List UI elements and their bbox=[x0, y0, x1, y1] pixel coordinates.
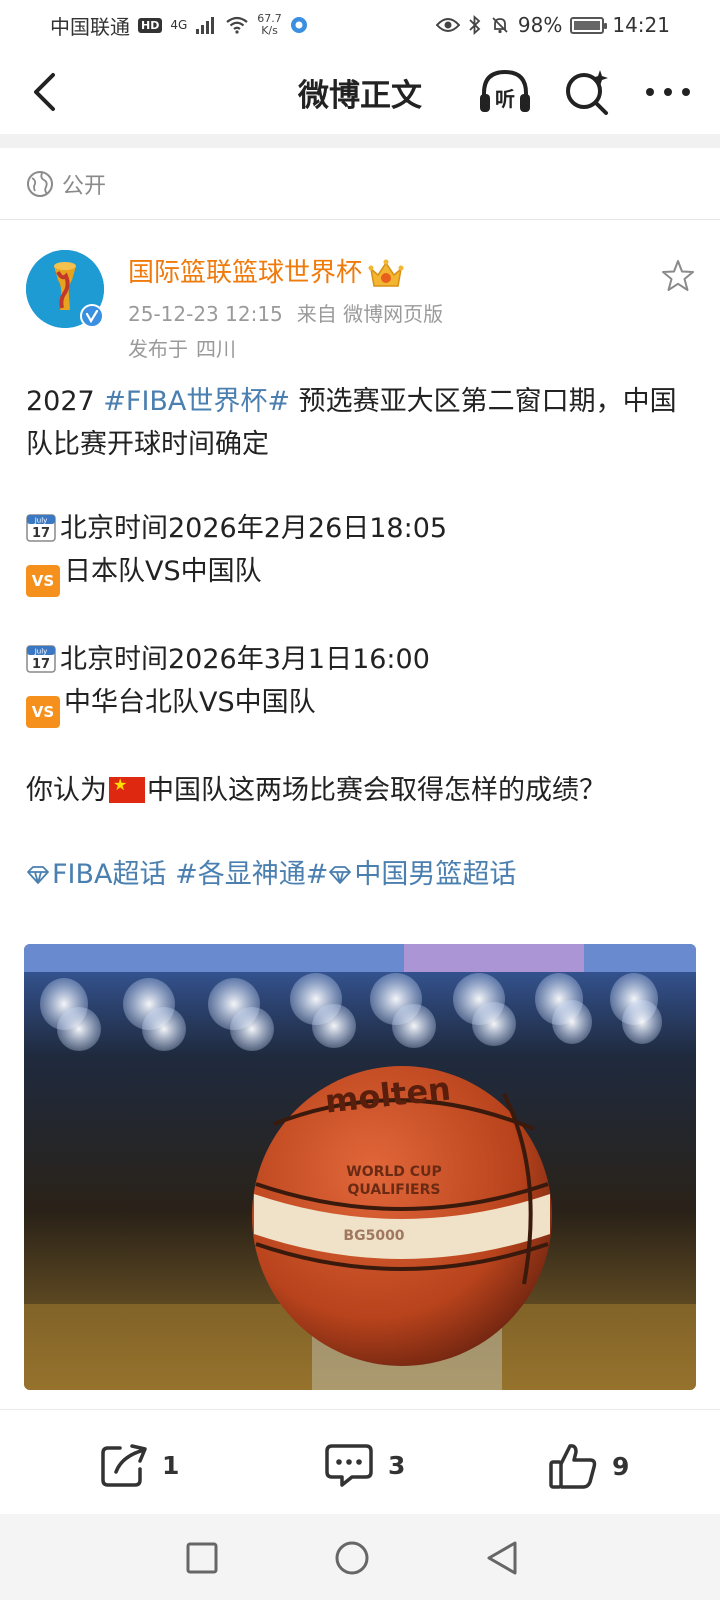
visibility-row: 公开 bbox=[0, 148, 720, 220]
crown-badge-icon bbox=[368, 259, 404, 287]
author-name: 国际篮联篮球世界杯 bbox=[128, 258, 363, 288]
ball-model: BG5000 bbox=[343, 1228, 404, 1244]
like-count: 9 bbox=[612, 1451, 630, 1481]
search-button[interactable] bbox=[562, 66, 612, 118]
calendar-icon: July 17 bbox=[26, 645, 56, 673]
author-name-row[interactable]: 国际篮联篮球世界杯 bbox=[128, 252, 404, 289]
post-date: 25-12-23 12:15 bbox=[128, 302, 283, 326]
favorite-button[interactable] bbox=[660, 258, 696, 294]
diamond-icon bbox=[329, 866, 352, 884]
top-nav: 微博正文 听 bbox=[0, 50, 720, 134]
game2-match-line: VS 中华台北队VS中国队 bbox=[26, 681, 686, 728]
game2-match: 中华台北队VS中国队 bbox=[64, 687, 316, 718]
clock: 14:21 bbox=[612, 13, 670, 37]
thumbs-up-icon bbox=[549, 1444, 597, 1489]
question-text: 中国队这两场比赛会取得怎样的成绩？ bbox=[147, 775, 606, 806]
question-prefix: 你认为 bbox=[26, 775, 107, 806]
visibility-label: 公开 bbox=[62, 174, 107, 199]
speed-unit: K/s bbox=[261, 24, 278, 37]
calendar-day: 17 bbox=[32, 657, 50, 672]
basketball-photo: molten WORLD CUP QUALIFIERS BG5000 bbox=[24, 944, 696, 1390]
page-title: 微博正文 bbox=[298, 77, 422, 114]
recents-button[interactable] bbox=[178, 1534, 226, 1582]
hd-badge: HD bbox=[138, 17, 163, 33]
calendar-day: 17 bbox=[32, 526, 50, 541]
calendar-month: July bbox=[34, 648, 48, 656]
question-line: 你认为 中国队这两场比赛会取得怎样的成绩？ bbox=[26, 769, 686, 812]
calendar-icon: July 17 bbox=[26, 514, 56, 542]
game1-match-line: VS 日本队VS中国队 bbox=[26, 550, 686, 597]
battery-percent: 98% bbox=[517, 13, 563, 37]
post-image[interactable]: molten WORLD CUP QUALIFIERS BG5000 bbox=[24, 944, 696, 1390]
comment-icon bbox=[325, 1444, 373, 1487]
post-source: 来自 微博网页版 bbox=[296, 302, 444, 326]
wifi-icon bbox=[226, 16, 248, 34]
post-headline: 2027 #FIBA世界杯# 预选赛亚大区第二窗口期，中国队比赛开球时间确定 bbox=[26, 380, 686, 466]
headphones-icon: 听 bbox=[480, 69, 530, 112]
diamond-icon bbox=[27, 866, 49, 884]
post-location: 发布于 四川 bbox=[128, 333, 236, 362]
share-icon bbox=[101, 1444, 147, 1487]
divider bbox=[0, 219, 720, 220]
comment-button[interactable]: 3 bbox=[324, 1442, 405, 1488]
circle-icon bbox=[335, 1541, 369, 1575]
listen-label: 听 bbox=[495, 87, 515, 111]
game2-time-line: July 17 北京时间2026年3月1日16:00 bbox=[26, 638, 686, 681]
bluetooth-icon bbox=[469, 15, 481, 35]
triangle-back-icon bbox=[487, 1541, 517, 1575]
search-icon bbox=[566, 70, 608, 115]
share-button[interactable]: 1 bbox=[100, 1442, 179, 1488]
status-left: 中国联通 HD 4G 67.7 K/s bbox=[50, 11, 308, 40]
network-speed: 67.7 K/s bbox=[257, 13, 282, 37]
network-type: 4G bbox=[170, 18, 188, 32]
system-nav-bar bbox=[0, 1514, 720, 1600]
post-content: 2027 #FIBA世界杯# 预选赛亚大区第二窗口期，中国队比赛开球时间确定 J… bbox=[26, 380, 686, 896]
globe-icon bbox=[27, 171, 53, 197]
square-icon bbox=[186, 1542, 218, 1574]
china-flag-icon bbox=[109, 775, 145, 803]
app-notification-icon bbox=[290, 17, 307, 33]
topic-fiba-super-label: FIBA超话 bbox=[52, 859, 167, 890]
verified-badge bbox=[80, 304, 104, 328]
topic-china-mens-label: 中国男篮超话 bbox=[354, 859, 517, 890]
listen-button[interactable]: 听 bbox=[478, 66, 532, 118]
system-back-button[interactable] bbox=[478, 1534, 526, 1582]
calendar-month: July bbox=[34, 517, 48, 525]
game1-match: 日本队VS中国队 bbox=[64, 556, 262, 587]
ball-event-line1: WORLD CUP bbox=[346, 1164, 441, 1180]
topic-fiba-super[interactable]: FIBA超话 bbox=[26, 859, 167, 890]
game1-time-line: July 17 北京时间2026年2月26日18:05 bbox=[26, 507, 686, 550]
headline-year: 2027 bbox=[26, 386, 104, 417]
ball-event-line2: QUALIFIERS bbox=[347, 1182, 440, 1198]
eye-icon bbox=[435, 18, 460, 32]
status-right: 98% 14:21 bbox=[435, 13, 670, 37]
more-icon bbox=[646, 88, 690, 96]
more-button[interactable] bbox=[640, 72, 696, 112]
action-bar: 1 3 9 bbox=[0, 1412, 720, 1512]
share-count: 1 bbox=[162, 1450, 180, 1480]
location-prefix: 发布于 bbox=[128, 337, 188, 361]
signal-icon bbox=[196, 17, 215, 34]
home-button[interactable] bbox=[328, 1534, 376, 1582]
verified-icon bbox=[85, 309, 99, 323]
game2-time: 北京时间2026年3月1日16:00 bbox=[60, 644, 430, 675]
topic-line: FIBA超话 #各显神通# 中国男篮超话 bbox=[26, 853, 686, 896]
location-value: 四川 bbox=[196, 337, 236, 361]
comment-count: 3 bbox=[388, 1450, 406, 1480]
battery-icon bbox=[570, 16, 608, 34]
carrier-label: 中国联通 bbox=[50, 14, 130, 39]
hashtag-fiba-worldcup[interactable]: #FIBA世界杯# bbox=[103, 386, 290, 417]
vs-icon: VS bbox=[26, 565, 60, 597]
like-button[interactable]: 9 bbox=[548, 1442, 629, 1490]
section-divider bbox=[0, 134, 720, 148]
topic-china-mens-basketball[interactable]: 中国男篮超话 bbox=[328, 859, 516, 890]
divider bbox=[0, 1409, 720, 1410]
game1-time: 北京时间2026年2月26日18:05 bbox=[60, 513, 448, 544]
hashtag-gexian-shentong[interactable]: #各显神通# bbox=[175, 859, 328, 890]
star-icon bbox=[662, 260, 694, 291]
mute-bell-icon bbox=[492, 17, 508, 34]
post-meta: 25-12-23 12:15 来自 微博网页版 bbox=[128, 298, 443, 327]
status-bar: 中国联通 HD 4G 67.7 K/s 98% 14:21 bbox=[0, 0, 720, 50]
vs-icon: VS bbox=[26, 696, 60, 728]
